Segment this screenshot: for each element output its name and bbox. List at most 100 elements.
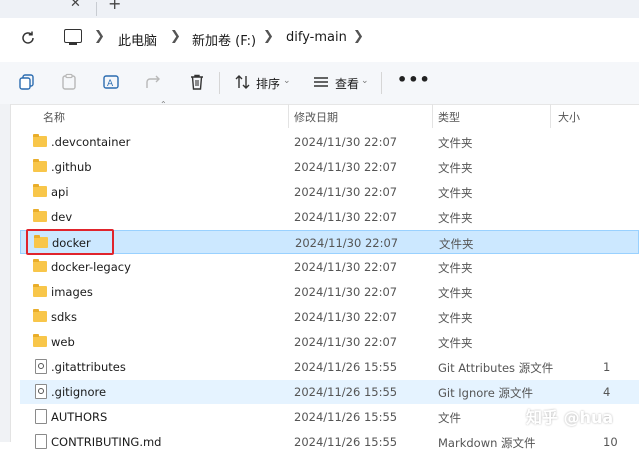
file-row[interactable]: dev 2024/11/30 22:07 文件夹 (20, 205, 639, 229)
breadcrumb-this-pc[interactable]: 此电脑 (118, 30, 157, 49)
chevron-down-icon[interactable]: ⌄ (283, 76, 291, 86)
file-type: Markdown 源文件 (438, 436, 536, 450)
rename-icon[interactable]: A (102, 73, 120, 91)
config-file-icon (35, 359, 47, 374)
file-modified-date: 2024/11/30 22:07 (294, 135, 398, 149)
column-header-row: ⌃ 名称 修改日期 类型 大小 (20, 100, 639, 128)
delete-icon[interactable] (188, 73, 206, 91)
chevron-right-icon[interactable]: ❯ (353, 29, 364, 44)
file-row[interactable]: .gitignore 2024/11/26 15:55 Git Ignore 源文件… (20, 380, 639, 404)
file-name: images (51, 285, 93, 299)
file-row[interactable]: CONTRIBUTING.md 2024/11/26 15:55 Markdown … (20, 430, 639, 454)
file-modified-date: 2024/11/30 22:07 (294, 210, 398, 224)
file-type: 文件夹 (438, 286, 473, 300)
column-divider[interactable] (288, 104, 289, 128)
folder-icon (33, 184, 47, 197)
breadcrumb-dify-main[interactable]: dify-main (286, 30, 347, 45)
column-header-date[interactable]: 修改日期 (294, 109, 338, 125)
file-type: 文件夹 (438, 186, 473, 200)
file-modified-date: 2024/11/30 22:07 (294, 285, 398, 299)
toolbar-divider (219, 72, 220, 94)
file-icon (35, 409, 47, 424)
file-modified-date: 2024/11/30 22:07 (294, 260, 398, 274)
close-tab-icon[interactable]: ✕ (70, 0, 81, 11)
file-name: .gitignore (51, 385, 107, 399)
file-row[interactable]: web 2024/11/30 22:07 文件夹 (20, 330, 639, 354)
breadcrumb-drive[interactable]: 新加卷 (F:) (192, 30, 256, 49)
chevron-right-icon[interactable]: ❯ (94, 29, 105, 44)
view-icon[interactable] (312, 73, 330, 91)
share-icon[interactable] (144, 73, 162, 91)
file-name: .gitattributes (51, 360, 126, 374)
toolbar-divider (381, 72, 382, 94)
file-name: dev (51, 210, 73, 224)
file-modified-date: 2024/11/30 22:07 (294, 160, 398, 174)
file-modified-date: 2024/11/26 15:55 (294, 410, 398, 424)
column-header-type[interactable]: 类型 (438, 109, 460, 125)
chevron-down-icon[interactable]: ⌄ (361, 76, 369, 86)
file-name: .devcontainer (51, 135, 131, 149)
folder-icon (33, 159, 47, 172)
sort-button[interactable]: 排序 (256, 75, 280, 92)
file-row[interactable]: sdks 2024/11/30 22:07 文件夹 (20, 305, 639, 329)
tab-divider (96, 2, 97, 16)
file-type: 文件夹 (438, 161, 473, 175)
new-tab-icon[interactable]: + (108, 0, 121, 13)
copy-icon[interactable] (18, 73, 36, 91)
file-row[interactable]: .devcontainer 2024/11/30 22:07 文件夹 (20, 130, 639, 154)
chevron-right-icon[interactable]: ❯ (170, 29, 181, 44)
file-row[interactable]: images 2024/11/30 22:07 文件夹 (20, 280, 639, 304)
navigation-pane-edge[interactable] (0, 104, 11, 442)
file-size: 4 (603, 385, 611, 399)
file-modified-date: 2024/11/26 15:55 (294, 435, 398, 449)
folder-icon (33, 309, 47, 322)
command-bar: A 排序 ⌄ 查看 ⌄ ••• (0, 62, 639, 105)
more-options-button[interactable]: ••• (397, 70, 431, 89)
svg-text:A: A (107, 79, 114, 89)
file-name: api (51, 185, 69, 199)
file-type: Git Ignore 源文件 (438, 386, 533, 400)
file-type: 文件夹 (438, 136, 473, 150)
this-pc-icon[interactable] (64, 29, 82, 45)
file-modified-date: 2024/11/30 22:07 (294, 335, 398, 349)
file-name: web (51, 335, 75, 349)
view-button[interactable]: 查看 (335, 75, 359, 92)
column-header-size[interactable]: 大小 (558, 109, 580, 125)
file-modified-date: 2024/11/26 15:55 (294, 385, 398, 399)
column-divider[interactable] (432, 104, 433, 128)
file-modified-date: 2024/11/26 15:55 (294, 360, 398, 374)
file-type: 文件夹 (438, 311, 473, 325)
file-row[interactable]: docker-legacy 2024/11/30 22:07 文件夹 (20, 255, 639, 279)
file-type: Git Attributes 源文件 (438, 361, 554, 375)
file-row[interactable]: api 2024/11/30 22:07 文件夹 (20, 180, 639, 204)
file-row[interactable]: .github 2024/11/30 22:07 文件夹 (20, 155, 639, 179)
column-divider[interactable] (550, 104, 551, 128)
file-type: 文件夹 (438, 336, 473, 350)
column-header-name[interactable]: 名称 (43, 109, 65, 125)
address-bar: ❯ 此电脑 ❯ 新加卷 (F:) ❯ dify-main ❯ (0, 18, 639, 63)
file-size: 1 (603, 360, 611, 374)
file-size: 10 (603, 435, 618, 449)
file-modified-date: 2024/11/30 22:07 (294, 310, 398, 324)
tab-strip: ✕ + (0, 0, 639, 18)
file-name: docker-legacy (51, 260, 131, 274)
file-type: 文件夹 (438, 261, 473, 275)
paste-icon[interactable] (60, 73, 78, 91)
folder-icon (33, 259, 47, 272)
file-name: AUTHORS (51, 410, 108, 424)
file-name: sdks (51, 310, 77, 324)
folder-icon (33, 209, 47, 222)
file-type: 文件夹 (438, 211, 473, 225)
annotation-highlight-box (26, 229, 114, 255)
file-list: .devcontainer 2024/11/30 22:07 文件夹 .github 2… (20, 130, 639, 450)
file-modified-date: 2024/11/30 22:07 (295, 236, 399, 250)
refresh-icon[interactable] (18, 28, 38, 48)
file-name: .github (51, 160, 92, 174)
file-row[interactable]: .gitattributes 2024/11/26 15:55 Git Attrib… (20, 355, 639, 379)
file-type: 文件 (438, 411, 461, 425)
chevron-right-icon[interactable]: ❯ (263, 29, 274, 44)
folder-icon (33, 284, 47, 297)
sort-icon[interactable] (234, 73, 252, 91)
file-modified-date: 2024/11/30 22:07 (294, 185, 398, 199)
sort-indicator-icon: ⌃ (160, 100, 167, 109)
